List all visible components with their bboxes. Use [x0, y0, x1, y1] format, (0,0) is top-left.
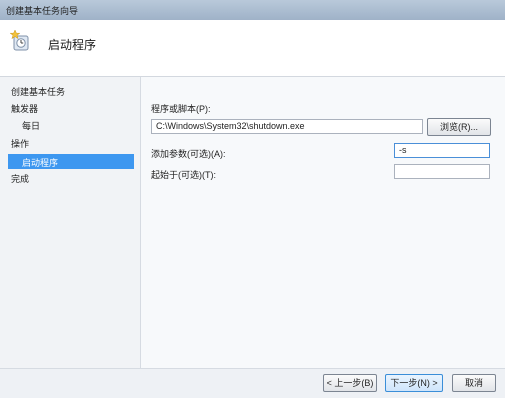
- start-in-label: 起始于(可选)(T):: [151, 170, 216, 180]
- args-label: 添加参数(可选)(A):: [151, 149, 226, 159]
- wizard-steps-panel: 创建基本任务 触发器 每日 操作 启动程序 完成: [0, 77, 141, 397]
- page-title: 启动程序: [48, 38, 97, 52]
- step-daily[interactable]: 每日: [22, 119, 40, 132]
- browse-button[interactable]: 浏览(R)...: [427, 118, 491, 136]
- window-title: 创建基本任务向导: [6, 6, 79, 16]
- back-button[interactable]: < 上一步(B): [323, 374, 377, 392]
- cancel-button[interactable]: 取消: [452, 374, 496, 392]
- wizard-header: 启动程序: [0, 20, 505, 77]
- step-finish[interactable]: 完成: [11, 172, 29, 185]
- step-start-program-selected[interactable]: 启动程序: [8, 154, 134, 169]
- start-in-input[interactable]: [394, 164, 490, 179]
- program-label: 程序或脚本(P):: [151, 104, 211, 114]
- step-action[interactable]: 操作: [11, 137, 29, 150]
- program-input[interactable]: C:\Windows\System32\shutdown.exe: [151, 119, 423, 134]
- args-input[interactable]: -s: [394, 143, 490, 158]
- step-start-program-label: 启动程序: [22, 158, 59, 168]
- step-create-basic-task[interactable]: 创建基本任务: [11, 85, 65, 98]
- step-trigger[interactable]: 触发器: [11, 102, 38, 115]
- wizard-footer: < 上一步(B) 下一步(N) > 取消: [0, 368, 505, 398]
- title-bar: 创建基本任务向导: [0, 0, 505, 21]
- clock-star-icon: [10, 30, 29, 51]
- next-button[interactable]: 下一步(N) >: [385, 374, 443, 392]
- wizard-content: 程序或脚本(P): C:\Windows\System32\shutdown.e…: [141, 77, 505, 397]
